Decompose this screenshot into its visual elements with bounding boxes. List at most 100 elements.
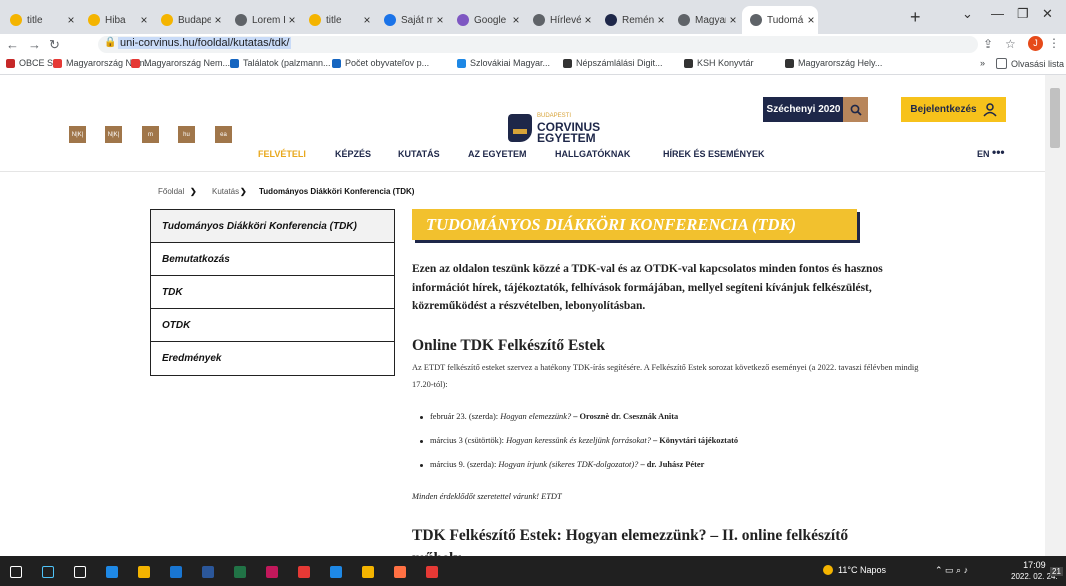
menu-kebab-icon[interactable]: ⋮ [1048, 36, 1060, 50]
nav-menu-item[interactable]: KÉPZÉS [335, 149, 371, 159]
search-icon[interactable] [42, 566, 54, 578]
nav-divider [0, 171, 1045, 172]
minimize-button[interactable]: — [991, 6, 1004, 21]
login-button[interactable]: Bejelentkezés [901, 97, 1006, 122]
maximize-button[interactable]: ❐ [1017, 6, 1029, 22]
acrobat-icon[interactable] [298, 566, 310, 578]
social-link-icon[interactable]: N|K| [69, 126, 86, 143]
intro-text: Ezen az oldalon teszünk közzé a TDK-val … [412, 263, 883, 312]
tab-6[interactable]: Google F× [449, 6, 523, 34]
social-link-icon[interactable]: m [142, 126, 159, 143]
nav-menu-item[interactable]: HÍREK ÉS ESEMÉNYEK [663, 149, 765, 159]
tray-icons[interactable]: ⌃ ▭ ⌕ ♪ [935, 565, 968, 576]
bullet-icon [420, 415, 423, 419]
bookmark-favicon-icon [785, 58, 794, 68]
url-text[interactable]: uni-corvinus.hu/fooldal/kutatas/tdk/ [118, 37, 292, 49]
share-icon[interactable]: ⇪ [983, 37, 993, 51]
tab-1[interactable]: Hiba × [80, 6, 151, 34]
back-icon[interactable]: ← [6, 37, 19, 52]
szechenyi-button[interactable]: Széchenyi 2020 [763, 97, 844, 122]
nav-menu-item[interactable]: AZ EGYETEM [468, 149, 527, 159]
nav-menu-item[interactable]: FELVÉTELI [258, 149, 306, 159]
social-link-icon[interactable]: hu [178, 126, 195, 143]
tab-close-icon[interactable]: × [211, 13, 225, 27]
powerpoint-icon[interactable] [266, 566, 278, 578]
tab-10[interactable]: Tudomán× [742, 6, 818, 34]
notification-badge[interactable]: 21 [1050, 567, 1063, 576]
social-link-icon[interactable]: ea [215, 126, 232, 143]
tab-close-icon[interactable]: × [726, 13, 740, 27]
tab-close-icon[interactable]: × [285, 13, 299, 27]
tab-close-icon[interactable]: × [509, 13, 523, 27]
tab-close-icon[interactable]: × [581, 13, 595, 27]
chrome-icon[interactable] [362, 566, 374, 578]
forward-icon[interactable]: → [28, 37, 41, 52]
bookmark-favicon-icon [131, 58, 140, 68]
tab-9[interactable]: Magyar F× [670, 6, 740, 34]
bookmark-item[interactable]: Találatok (palzmann... [230, 58, 331, 68]
task-view-icon[interactable] [74, 566, 86, 578]
tab-label: title [27, 14, 43, 26]
bookmark-item[interactable]: Magyarország Hely... [785, 58, 882, 68]
nav-menu-item[interactable]: KUTATÁS [398, 149, 440, 159]
word-icon[interactable] [202, 566, 214, 578]
bookmarks-overflow-icon[interactable]: » [980, 58, 985, 68]
bookmark-item[interactable]: KSH Konyvtár [684, 58, 754, 68]
dots-menu-icon[interactable]: ••• [992, 145, 1005, 159]
nav-menu-item[interactable]: HALLGATÓKNAK [555, 149, 630, 159]
section-heading-2[interactable]: TDK Felkészítő Estek: Hogyan elemezzünk?… [412, 524, 892, 556]
corvinus-logo[interactable]: BUDAPESTI CORVINUS EGYETEM [508, 111, 600, 144]
tab-3[interactable]: Lorem Ip× [227, 6, 299, 34]
teams-icon[interactable] [330, 566, 342, 578]
social-link-icon[interactable]: N|K| [105, 126, 122, 143]
lock-icon[interactable]: 🔒 [104, 37, 116, 48]
sidebar-item[interactable]: Tudományos Diákköri Konferencia (TDK) [151, 210, 394, 243]
explorer-icon[interactable] [138, 566, 150, 578]
search-button[interactable] [843, 97, 868, 122]
breadcrumb-item[interactable]: Kutatás [212, 187, 239, 196]
sidebar-item[interactable]: OTDK [151, 309, 394, 342]
tab-close-icon[interactable]: × [433, 13, 447, 27]
bookmark-item[interactable]: Népszámlálási Digit... [563, 58, 663, 68]
tab-label: Hírlevél [550, 14, 581, 26]
edge-icon[interactable] [106, 566, 118, 578]
close-window-button[interactable]: ✕ [1042, 6, 1053, 22]
tab-4[interactable]: title × [301, 6, 374, 34]
tab-label: Reménye [622, 14, 654, 26]
tab-close-icon[interactable]: × [804, 13, 818, 27]
excel-icon[interactable] [234, 566, 246, 578]
tab-close-icon[interactable]: × [64, 13, 78, 27]
bookmark-item[interactable]: OBCE SR [6, 58, 60, 68]
bookmark-item[interactable]: Szlovákiai Magyar... [457, 58, 550, 68]
sidebar-item[interactable]: Eredmények [151, 342, 394, 375]
weather-widget[interactable]: 11°C Napos [823, 565, 886, 575]
bookmark-item[interactable]: Počet obyvateľov p... [332, 58, 429, 68]
tab-7[interactable]: Hírlevél × [525, 6, 595, 34]
breadcrumb-item[interactable]: Főoldal [158, 187, 184, 196]
tab-close-icon[interactable]: × [360, 13, 374, 27]
bookmark-item[interactable]: Magyarország Nem... [131, 58, 230, 68]
tab-search-icon[interactable]: ⌄ [962, 6, 973, 22]
app-icon[interactable] [426, 566, 438, 578]
profile-avatar[interactable]: J [1028, 36, 1043, 51]
tab-5[interactable]: Saját me× [376, 6, 447, 34]
section-heading: Online TDK Felkészítő Estek [412, 337, 606, 354]
sidebar-item[interactable]: Bemutatkozás [151, 243, 394, 276]
tab-close-icon[interactable]: × [654, 13, 668, 27]
reading-list-button[interactable]: Olvasási lista [996, 58, 1064, 69]
tab-0[interactable]: title × [2, 6, 78, 34]
start-icon[interactable] [10, 566, 22, 578]
tab-favicon-icon [309, 14, 321, 26]
tab-8[interactable]: Reménye× [597, 6, 668, 34]
new-tab-button[interactable]: + [910, 7, 921, 28]
outlook-icon[interactable] [170, 566, 182, 578]
firefox-icon[interactable] [394, 566, 406, 578]
reload-icon[interactable]: ↻ [49, 37, 60, 53]
tab-close-icon[interactable]: × [137, 13, 151, 27]
tab-favicon-icon [678, 14, 690, 26]
language-switch[interactable]: EN [977, 149, 990, 159]
tab-2[interactable]: Budapest× [153, 6, 225, 34]
scrollbar-thumb[interactable] [1050, 88, 1060, 148]
bookmark-star-icon[interactable]: ☆ [1005, 37, 1016, 51]
sidebar-item[interactable]: TDK [151, 276, 394, 309]
